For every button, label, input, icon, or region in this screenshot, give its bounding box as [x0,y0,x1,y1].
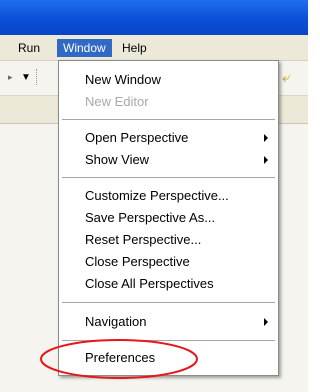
menu-item-close-perspective[interactable]: Close Perspective [59,251,278,273]
menu-item-label: Reset Perspective... [85,232,202,247]
menu-separator [62,177,275,179]
menu-item-close-all-perspectives[interactable]: Close All Perspectives [59,273,278,295]
menu-item-label: Open Perspective [85,130,189,145]
dropdown-arrow-icon[interactable]: ▼ [21,72,31,83]
menu-item-open-perspective[interactable]: Open Perspective [59,127,278,149]
window-menu-dropdown: New Window New Editor Open Perspective S… [58,60,279,376]
menu-bar: Run Window Help [0,35,308,61]
menu-window[interactable]: Window [57,39,112,57]
highlight-circle-annotation [40,339,198,379]
menu-item-label: Show View [85,152,150,167]
menu-run[interactable]: Run [12,39,46,57]
menu-item-label: New Window [85,72,161,87]
menu-item-reset-perspective[interactable]: Reset Perspective... [59,229,278,251]
menu-item-customize-perspective[interactable]: Customize Perspective... [59,185,278,207]
menu-item-label: New Editor [85,94,149,109]
menu-item-new-window[interactable]: New Window [59,69,278,91]
submenu-arrow-icon [264,156,268,164]
menu-separator [62,302,275,304]
menu-separator [62,119,275,121]
back-arrow-icon[interactable]: ⤶ [282,69,290,86]
toolbar-overflow-icon[interactable]: ▸ [8,72,13,83]
menu-item-label: Navigation [85,314,147,329]
submenu-arrow-icon [264,134,268,142]
submenu-arrow-icon [264,318,268,326]
menu-item-label: Customize Perspective... [85,188,229,203]
menu-item-label: Close All Perspectives [85,276,214,291]
menu-item-show-view[interactable]: Show View [59,149,278,171]
menu-item-save-perspective-as[interactable]: Save Perspective As... [59,207,278,229]
menu-help[interactable]: Help [116,39,153,57]
title-bar [0,0,308,35]
menu-item-label: Save Perspective As... [85,210,216,225]
menu-item-new-editor: New Editor [59,91,278,113]
toolbar-grip[interactable] [36,69,39,85]
menu-item-navigation[interactable]: Navigation [59,311,278,333]
menu-item-label: Close Perspective [85,254,190,269]
